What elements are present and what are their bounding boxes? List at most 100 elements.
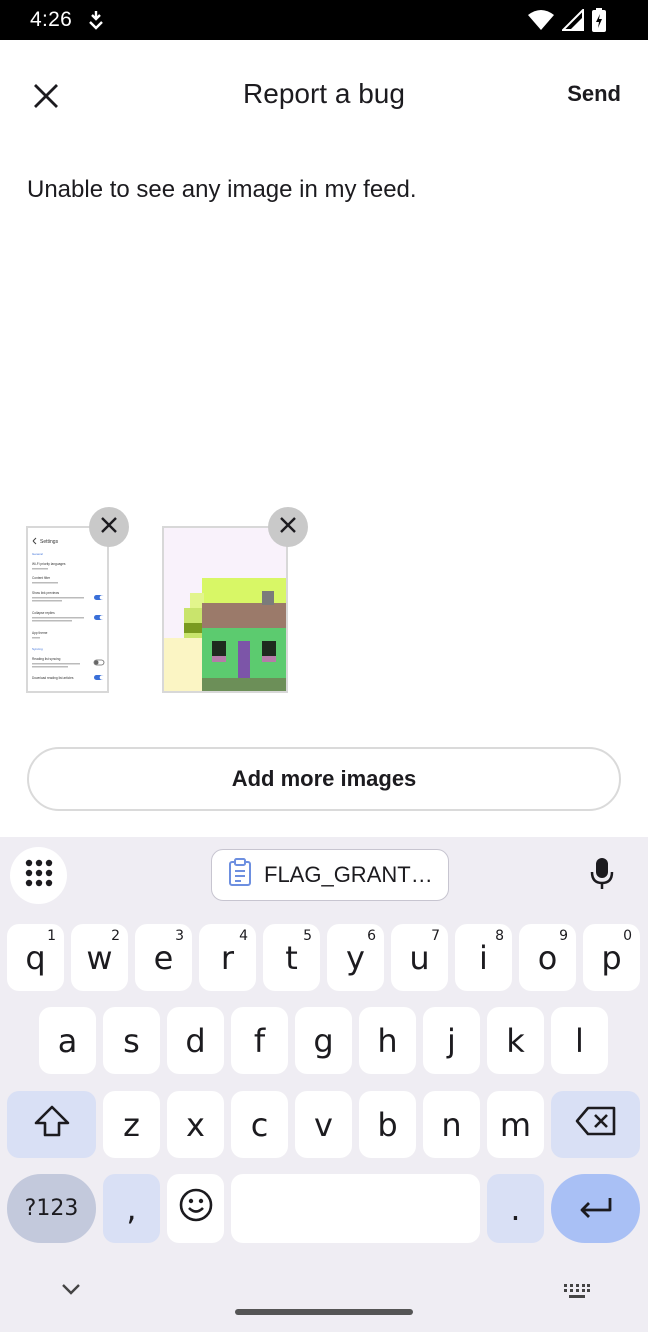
key-label: x [186, 1105, 205, 1144]
key-k[interactable]: k [487, 1007, 544, 1074]
key-label: n [441, 1105, 462, 1144]
key-label: h [377, 1021, 398, 1060]
thumb-item: Show link previews [32, 591, 60, 595]
key-label: t [285, 938, 298, 977]
thumb-item: Download reading list articles [32, 676, 74, 680]
key-label: m [499, 1105, 532, 1144]
key-label: z [123, 1105, 140, 1144]
send-button[interactable]: Send [567, 81, 621, 107]
key-label: c [250, 1105, 269, 1144]
wifi-icon [528, 9, 554, 36]
key-label: l [575, 1021, 584, 1060]
thumb-item: Content filter [32, 576, 51, 580]
backspace-icon [575, 1106, 617, 1144]
key-g[interactable]: g [295, 1007, 352, 1074]
key-label: . [510, 1189, 521, 1228]
emoji-key[interactable] [167, 1174, 224, 1243]
emoji-icon [179, 1188, 213, 1230]
key-u[interactable]: u7 [391, 924, 448, 991]
signal-icon [560, 7, 584, 36]
enter-key[interactable] [551, 1174, 640, 1243]
key-o[interactable]: o9 [519, 924, 576, 991]
period-key[interactable]: . [487, 1174, 544, 1243]
key-hint: 7 [431, 928, 440, 944]
key-label: q [25, 938, 46, 977]
key-label: d [185, 1021, 206, 1060]
thumb-section-syncing: Syncing [32, 647, 43, 651]
shift-key[interactable] [7, 1091, 96, 1158]
key-label: b [377, 1105, 398, 1144]
key-z[interactable]: z [103, 1091, 160, 1158]
soft-keyboard: FLAG_GRANT… q1 w2 e3 r4 t5 y6 u7 i8 o9 p… [0, 837, 648, 1332]
key-e[interactable]: e3 [135, 924, 192, 991]
close-icon [100, 516, 118, 539]
download-icon [88, 10, 104, 35]
key-w[interactable]: w2 [71, 924, 128, 991]
clipboard-icon [228, 858, 252, 892]
key-r[interactable]: r4 [199, 924, 256, 991]
key-label: f [253, 1021, 266, 1060]
attachment-thumbnail-settings[interactable]: Settings General Wi-Fi priority language… [26, 526, 109, 693]
home-indicator[interactable] [235, 1309, 413, 1315]
key-i[interactable]: i8 [455, 924, 512, 991]
close-icon [279, 516, 297, 539]
status-time: 4:26 [30, 8, 73, 31]
key-label: u [409, 938, 430, 977]
enter-icon [578, 1190, 614, 1228]
backspace-key[interactable] [551, 1091, 640, 1158]
key-a[interactable]: a [39, 1007, 96, 1074]
key-label: ?123 [24, 1196, 79, 1221]
thumb-item: Reading list syncing [32, 657, 61, 661]
status-bar: 4:26 [0, 0, 648, 40]
apps-grid-icon [24, 858, 54, 893]
key-f[interactable]: f [231, 1007, 288, 1074]
switch-keyboard-button[interactable] [563, 1283, 591, 1304]
clipboard-suggestion-chip[interactable]: FLAG_GRANT… [211, 849, 449, 901]
remove-attachment-button[interactable] [268, 507, 308, 547]
key-label: a [57, 1021, 78, 1060]
app-bar: Report a bug Send [0, 40, 648, 146]
key-l[interactable]: l [551, 1007, 608, 1074]
key-s[interactable]: s [103, 1007, 160, 1074]
key-b[interactable]: b [359, 1091, 416, 1158]
key-n[interactable]: n [423, 1091, 480, 1158]
battery-icon [592, 8, 606, 37]
key-hint: 3 [175, 928, 184, 944]
hide-keyboard-button[interactable] [60, 1282, 82, 1301]
key-d[interactable]: d [167, 1007, 224, 1074]
shift-icon [33, 1104, 71, 1146]
voice-input-button[interactable] [590, 857, 614, 896]
clipboard-chip-label: FLAG_GRANT… [264, 862, 433, 887]
key-label: r [220, 938, 235, 977]
key-m[interactable]: m [487, 1091, 544, 1158]
add-more-images-button[interactable]: Add more images [27, 747, 621, 811]
remove-attachment-button[interactable] [89, 507, 129, 547]
key-h[interactable]: h [359, 1007, 416, 1074]
key-hint: 9 [559, 928, 568, 944]
attachment-thumbnail-image[interactable] [162, 526, 288, 693]
microphone-icon [590, 858, 614, 895]
key-x[interactable]: x [167, 1091, 224, 1158]
bug-description-input[interactable]: Unable to see any image in my feed. [27, 176, 417, 204]
key-label: e [153, 938, 174, 977]
page-title: Report a bug [243, 78, 405, 109]
key-v[interactable]: v [295, 1091, 352, 1158]
keyboard-icon [563, 1284, 591, 1303]
key-y[interactable]: y6 [327, 924, 384, 991]
key-t[interactable]: t5 [263, 924, 320, 991]
key-label: , [126, 1189, 137, 1228]
key-c[interactable]: c [231, 1091, 288, 1158]
key-label: k [506, 1021, 525, 1060]
comma-key[interactable]: , [103, 1174, 160, 1243]
symbols-key[interactable]: ?123 [7, 1174, 96, 1243]
thumb-item: Wi-Fi priority languages [32, 562, 66, 566]
space-key[interactable] [231, 1174, 480, 1243]
key-hint: 8 [495, 928, 504, 944]
thumb-item: App theme [32, 631, 48, 635]
key-q[interactable]: q1 [7, 924, 64, 991]
keyboard-menu-button[interactable] [10, 847, 67, 904]
key-label: s [123, 1021, 140, 1060]
key-hint: 5 [303, 928, 312, 944]
key-p[interactable]: p0 [583, 924, 640, 991]
key-j[interactable]: j [423, 1007, 480, 1074]
